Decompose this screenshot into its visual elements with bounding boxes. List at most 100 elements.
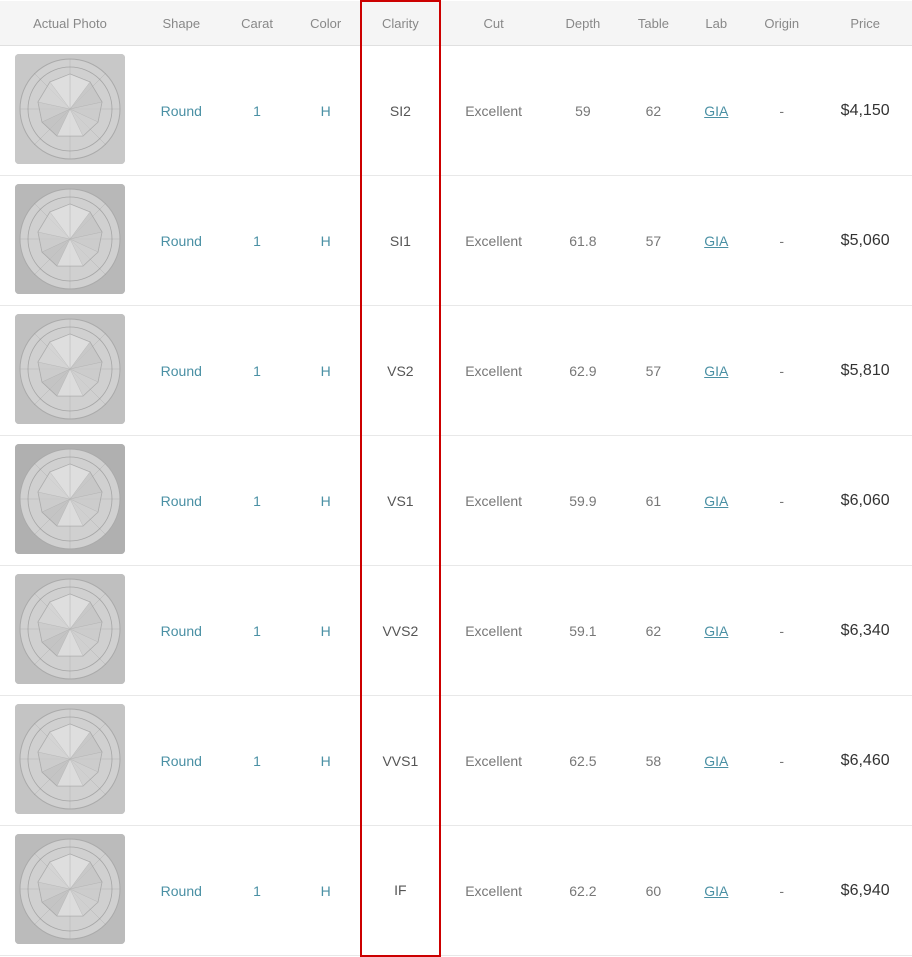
cell-depth: 62.9 <box>546 306 619 436</box>
cell-price: $6,060 <box>818 436 912 566</box>
cell-clarity: VS1 <box>361 436 440 566</box>
cell-shape: Round <box>140 176 223 306</box>
cell-shape: Round <box>140 46 223 176</box>
cell-carat: 1 <box>223 306 292 436</box>
diamond-table: Actual Photo Shape Carat Color Clarity C… <box>0 0 912 957</box>
cell-photo[interactable] <box>0 566 140 696</box>
cell-table: 57 <box>619 306 687 436</box>
table-row: Round 1 H SI2 Excellent 59 62 GIA - $4,1… <box>0 46 912 176</box>
cell-shape: Round <box>140 566 223 696</box>
cell-clarity: IF <box>361 826 440 956</box>
col-header-clarity: Clarity <box>361 1 440 46</box>
cell-cut: Excellent <box>440 306 546 436</box>
cell-clarity: SI2 <box>361 46 440 176</box>
cell-table: 58 <box>619 696 687 826</box>
col-header-lab: Lab <box>687 1 745 46</box>
cell-photo[interactable] <box>0 696 140 826</box>
cell-carat: 1 <box>223 566 292 696</box>
cell-cut: Excellent <box>440 46 546 176</box>
cell-price: $4,150 <box>818 46 912 176</box>
cell-depth: 59 <box>546 46 619 176</box>
cell-depth: 62.5 <box>546 696 619 826</box>
cell-origin: - <box>745 566 818 696</box>
cell-origin: - <box>745 436 818 566</box>
cell-cut: Excellent <box>440 696 546 826</box>
cell-lab[interactable]: GIA <box>687 436 745 566</box>
col-header-price: Price <box>818 1 912 46</box>
cell-photo[interactable] <box>0 306 140 436</box>
cell-depth: 59.9 <box>546 436 619 566</box>
cell-carat: 1 <box>223 46 292 176</box>
cell-color: H <box>292 306 361 436</box>
cell-origin: - <box>745 176 818 306</box>
diamond-image[interactable] <box>15 54 125 164</box>
cell-carat: 1 <box>223 176 292 306</box>
cell-table: 60 <box>619 826 687 956</box>
cell-lab[interactable]: GIA <box>687 46 745 176</box>
table-row: Round 1 H IF Excellent 62.2 60 GIA - $6,… <box>0 826 912 956</box>
cell-lab[interactable]: GIA <box>687 696 745 826</box>
cell-depth: 61.8 <box>546 176 619 306</box>
diamond-table-container: Actual Photo Shape Carat Color Clarity C… <box>0 0 912 957</box>
cell-carat: 1 <box>223 436 292 566</box>
table-row: Round 1 H VVS1 Excellent 62.5 58 GIA - $… <box>0 696 912 826</box>
cell-color: H <box>292 436 361 566</box>
table-row: Round 1 H SI1 Excellent 61.8 57 GIA - $5… <box>0 176 912 306</box>
cell-origin: - <box>745 826 818 956</box>
cell-shape: Round <box>140 306 223 436</box>
col-header-cut: Cut <box>440 1 546 46</box>
col-header-origin: Origin <box>745 1 818 46</box>
cell-color: H <box>292 826 361 956</box>
cell-photo[interactable] <box>0 436 140 566</box>
table-row: Round 1 H VS1 Excellent 59.9 61 GIA - $6… <box>0 436 912 566</box>
cell-photo[interactable] <box>0 46 140 176</box>
cell-origin: - <box>745 306 818 436</box>
col-header-carat: Carat <box>223 1 292 46</box>
cell-price: $6,940 <box>818 826 912 956</box>
col-header-table: Table <box>619 1 687 46</box>
cell-table: 62 <box>619 566 687 696</box>
cell-origin: - <box>745 696 818 826</box>
cell-lab[interactable]: GIA <box>687 306 745 436</box>
cell-cut: Excellent <box>440 176 546 306</box>
col-header-shape: Shape <box>140 1 223 46</box>
cell-photo[interactable] <box>0 826 140 956</box>
table-header-row: Actual Photo Shape Carat Color Clarity C… <box>0 1 912 46</box>
cell-depth: 62.2 <box>546 826 619 956</box>
cell-price: $5,810 <box>818 306 912 436</box>
cell-table: 61 <box>619 436 687 566</box>
diamond-image[interactable] <box>15 314 125 424</box>
cell-table: 57 <box>619 176 687 306</box>
cell-depth: 59.1 <box>546 566 619 696</box>
cell-cut: Excellent <box>440 436 546 566</box>
col-header-color: Color <box>292 1 361 46</box>
cell-cut: Excellent <box>440 826 546 956</box>
diamond-image[interactable] <box>15 834 125 944</box>
diamond-image[interactable] <box>15 704 125 814</box>
cell-color: H <box>292 176 361 306</box>
cell-color: H <box>292 696 361 826</box>
col-header-depth: Depth <box>546 1 619 46</box>
cell-clarity: VVS1 <box>361 696 440 826</box>
cell-clarity: VVS2 <box>361 566 440 696</box>
cell-clarity: VS2 <box>361 306 440 436</box>
cell-shape: Round <box>140 436 223 566</box>
cell-origin: - <box>745 46 818 176</box>
cell-lab[interactable]: GIA <box>687 826 745 956</box>
cell-price: $6,340 <box>818 566 912 696</box>
cell-cut: Excellent <box>440 566 546 696</box>
cell-price: $6,460 <box>818 696 912 826</box>
diamond-image[interactable] <box>15 184 125 294</box>
cell-carat: 1 <box>223 826 292 956</box>
cell-color: H <box>292 46 361 176</box>
table-row: Round 1 H VS2 Excellent 62.9 57 GIA - $5… <box>0 306 912 436</box>
cell-shape: Round <box>140 826 223 956</box>
cell-photo[interactable] <box>0 176 140 306</box>
table-row: Round 1 H VVS2 Excellent 59.1 62 GIA - $… <box>0 566 912 696</box>
cell-lab[interactable]: GIA <box>687 566 745 696</box>
diamond-image[interactable] <box>15 574 125 684</box>
diamond-image[interactable] <box>15 444 125 554</box>
cell-lab[interactable]: GIA <box>687 176 745 306</box>
cell-shape: Round <box>140 696 223 826</box>
cell-price: $5,060 <box>818 176 912 306</box>
